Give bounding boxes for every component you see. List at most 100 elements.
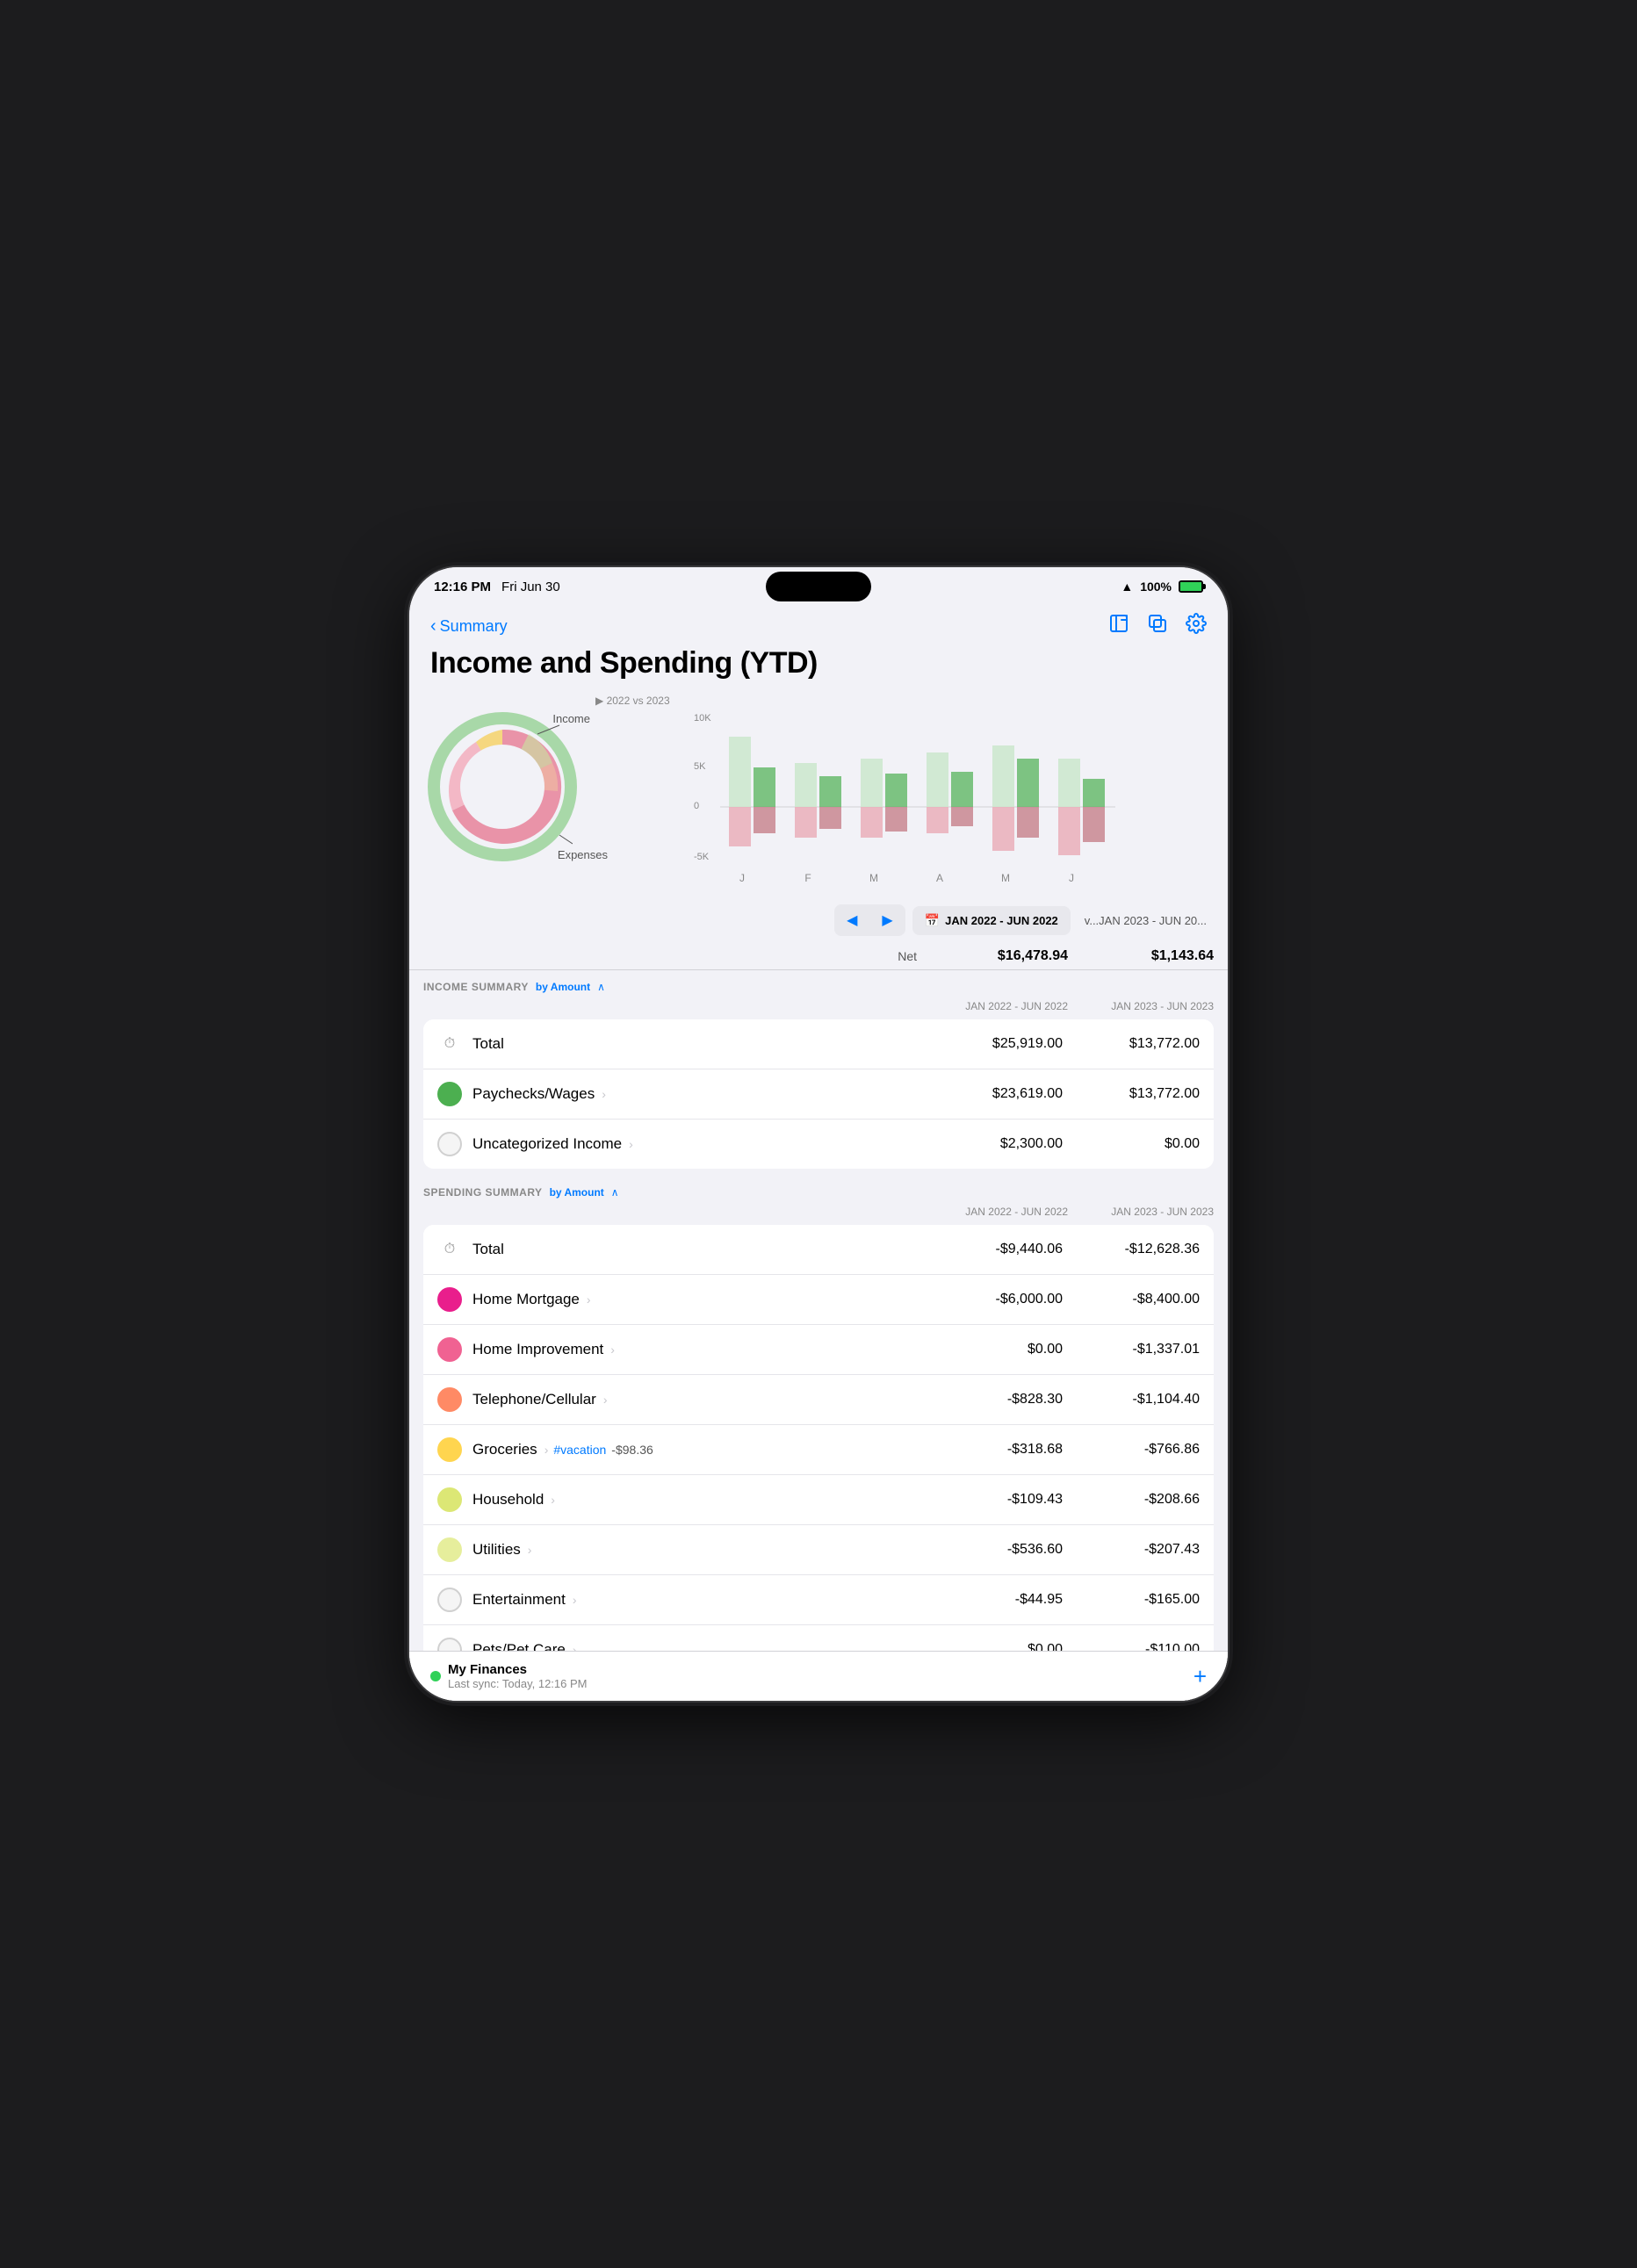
nav-actions: [1108, 613, 1207, 639]
period-secondary-label[interactable]: v...JAN 2023 - JUN 20...: [1078, 907, 1214, 934]
sync-status-dot: [430, 1671, 441, 1681]
back-button[interactable]: ‹ Summary: [430, 616, 508, 637]
telephone-row[interactable]: Telephone/Cellular › -$828.30 -$1,104.40: [423, 1375, 1214, 1425]
svg-text:5K: 5K: [694, 761, 706, 772]
entertainment-row[interactable]: Entertainment › -$44.95 -$165.00: [423, 1575, 1214, 1625]
page-title: Income and Spending (YTD): [409, 643, 1228, 695]
home-improvement-label: Home Improvement ›: [472, 1341, 936, 1358]
groceries-tag[interactable]: #vacation: [553, 1443, 606, 1457]
utilities-label: Utilities ›: [472, 1541, 936, 1559]
home-mortgage-primary: -$6,000.00: [936, 1292, 1077, 1307]
uncategorized-income-row[interactable]: Uncategorized Income › $2,300.00 $0.00: [423, 1120, 1214, 1169]
entertainment-secondary: -$165.00: [1077, 1592, 1200, 1608]
settings-icon[interactable]: [1186, 613, 1207, 639]
home-improvement-primary: $0.00: [936, 1342, 1077, 1357]
donut-lines-svg: [423, 712, 573, 861]
utilities-chevron-icon: ›: [528, 1543, 532, 1557]
paychecks-icon: [437, 1082, 462, 1106]
spending-summary-header: SPENDING SUMMARY by Amount ∧: [409, 1176, 1228, 1202]
spending-sort-button[interactable]: by Amount: [550, 1186, 604, 1199]
footer-account-info: My Finances Last sync: Today, 12:16 PM: [448, 1662, 588, 1690]
uncategorized-income-icon: [437, 1132, 462, 1156]
groceries-row[interactable]: Groceries › #vacation -$98.36 -$318.68 -…: [423, 1425, 1214, 1475]
income-total-primary: $25,919.00: [936, 1036, 1077, 1052]
home-mortgage-chevron-icon: ›: [587, 1292, 591, 1307]
income-section-title: INCOME SUMMARY: [423, 981, 529, 993]
household-primary: -$109.43: [936, 1492, 1077, 1508]
income-collapse-button[interactable]: ∧: [597, 981, 605, 993]
donut-chart[interactable]: Income Expenses: [423, 695, 581, 888]
household-icon: [437, 1487, 462, 1512]
income-total-row[interactable]: ⏱ Total $25,919.00 $13,772.00: [423, 1019, 1214, 1069]
uncategorized-income-secondary: $0.00: [1077, 1136, 1200, 1152]
spending-total-secondary: -$12,628.36: [1077, 1242, 1200, 1257]
spending-total-primary: -$9,440.06: [936, 1242, 1077, 1257]
income-col-primary: JAN 2022 - JUN 2022: [924, 1000, 1082, 1012]
battery-icon: [1179, 580, 1203, 593]
chart-section: Income Expenses: [409, 695, 1228, 890]
groceries-chevron-icon: ›: [544, 1443, 549, 1457]
home-mortgage-icon: [437, 1287, 462, 1312]
footer-left: My Finances Last sync: Today, 12:16 PM: [430, 1662, 588, 1690]
add-button[interactable]: +: [1193, 1663, 1207, 1690]
svg-text:F: F: [804, 872, 811, 884]
paychecks-row[interactable]: Paychecks/Wages › $23,619.00 $13,772.00: [423, 1069, 1214, 1120]
wifi-icon: ▲: [1121, 580, 1133, 594]
svg-text:J: J: [739, 872, 745, 884]
income-col-secondary: JAN 2023 - JUN 2023: [1082, 1000, 1214, 1012]
spending-clock-icon: ⏱: [437, 1237, 462, 1262]
period-prev-button[interactable]: ◀: [834, 904, 869, 936]
groceries-secondary: -$766.86: [1077, 1442, 1200, 1458]
uncategorized-income-primary: $2,300.00: [936, 1136, 1077, 1152]
utilities-row[interactable]: Utilities › -$536.60 -$207.43: [423, 1525, 1214, 1575]
utilities-secondary: -$207.43: [1077, 1542, 1200, 1558]
telephone-icon: [437, 1387, 462, 1412]
spending-col-secondary: JAN 2023 - JUN 2023: [1082, 1206, 1214, 1218]
share-icon[interactable]: [1108, 613, 1129, 639]
calendar-icon: 📅: [925, 913, 940, 928]
spending-col-primary: JAN 2022 - JUN 2022: [924, 1206, 1082, 1218]
entertainment-chevron-icon: ›: [573, 1593, 577, 1607]
spending-total-row[interactable]: ⏱ Total -$9,440.06 -$12,628.36: [423, 1225, 1214, 1275]
groceries-icon: [437, 1437, 462, 1462]
svg-text:M: M: [1001, 872, 1010, 884]
income-total-secondary: $13,772.00: [1077, 1036, 1200, 1052]
household-secondary: -$208.66: [1077, 1492, 1200, 1508]
svg-text:10K: 10K: [694, 713, 711, 724]
svg-text:M: M: [869, 872, 878, 884]
spending-total-label: Total: [472, 1241, 936, 1258]
camera-notch: [766, 572, 871, 601]
spending-collapse-button[interactable]: ∧: [611, 1186, 619, 1199]
spending-section-title: SPENDING SUMMARY: [423, 1186, 543, 1199]
period-primary-text: JAN 2022 - JUN 2022: [945, 914, 1058, 927]
account-name: My Finances: [448, 1662, 588, 1677]
paychecks-primary: $23,619.00: [936, 1086, 1077, 1102]
income-col-headers: JAN 2022 - JUN 2022 JAN 2023 - JUN 2023: [409, 997, 1228, 1016]
telephone-secondary: -$1,104.40: [1077, 1392, 1200, 1408]
duplicate-icon[interactable]: [1147, 613, 1168, 639]
clock-icon: ⏱: [437, 1032, 462, 1056]
telephone-label: Telephone/Cellular ›: [472, 1391, 936, 1408]
svg-text:0: 0: [694, 801, 699, 811]
uncategorized-income-label: Uncategorized Income ›: [472, 1135, 936, 1153]
bar-chart-title: ▶ 2022 vs 2023: [595, 695, 1214, 707]
utilities-icon: [437, 1537, 462, 1562]
svg-text:J: J: [1069, 872, 1074, 884]
bar-chart-container: ▶ 2022 vs 2023 10K 5K 0 -5K: [595, 695, 1214, 890]
period-primary-label[interactable]: 📅 JAN 2022 - JUN 2022: [912, 906, 1071, 935]
period-next-button[interactable]: ▶: [869, 904, 905, 936]
entertainment-icon: [437, 1588, 462, 1612]
back-label: Summary: [440, 617, 508, 636]
chevron-left-icon: ‹: [430, 616, 436, 637]
entertainment-label: Entertainment ›: [472, 1591, 936, 1609]
home-mortgage-row[interactable]: Home Mortgage › -$6,000.00 -$8,400.00: [423, 1275, 1214, 1325]
spending-table: ⏱ Total -$9,440.06 -$12,628.36 Home Mort…: [423, 1225, 1214, 1701]
home-improvement-row[interactable]: Home Improvement › $0.00 -$1,337.01: [423, 1325, 1214, 1375]
paychecks-label: Paychecks/Wages ›: [472, 1085, 936, 1103]
net-value-secondary: $1,143.64: [1082, 948, 1214, 964]
telephone-chevron-icon: ›: [603, 1393, 608, 1407]
income-sort-button[interactable]: by Amount: [536, 981, 590, 993]
household-row[interactable]: Household › -$109.43 -$208.66: [423, 1475, 1214, 1525]
income-total-label: Total: [472, 1035, 936, 1053]
battery-percentage: 100%: [1140, 580, 1172, 594]
